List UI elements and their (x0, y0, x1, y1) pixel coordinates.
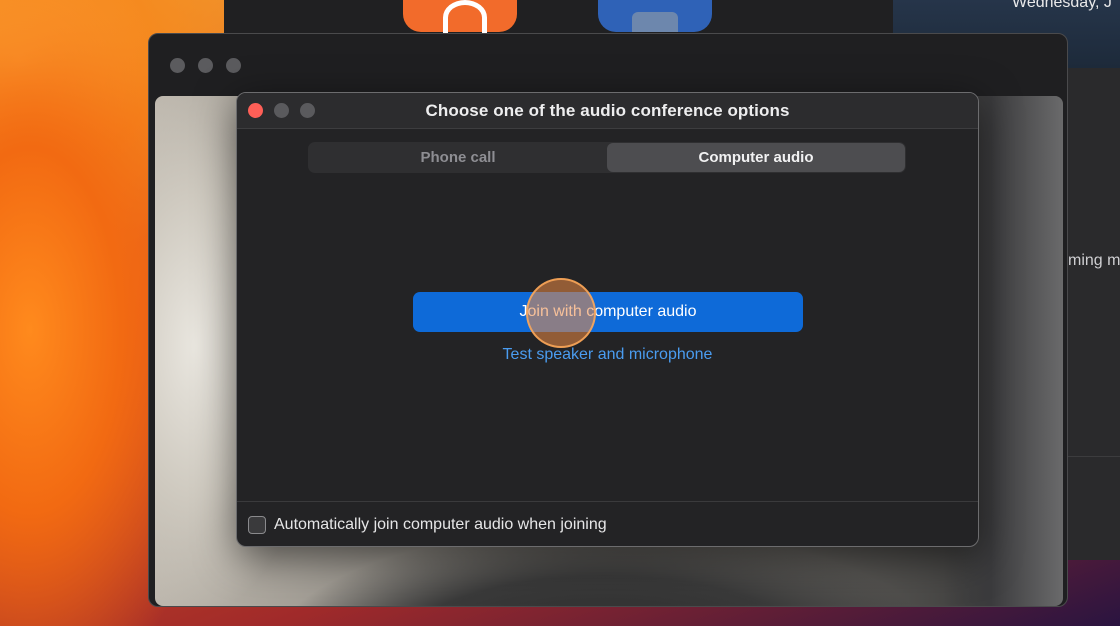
maximize-window-button[interactable] (226, 58, 241, 73)
minimize-window-button[interactable] (198, 58, 213, 73)
audio-options-dialog: Choose one of the audio conference optio… (236, 92, 979, 547)
divider (237, 501, 978, 502)
audio-mode-tabs: Phone call Computer audio (308, 142, 906, 173)
dialog-titlebar: Choose one of the audio conference optio… (237, 93, 978, 129)
date-text: Wednesday, J (1012, 0, 1112, 11)
divider (1068, 456, 1120, 457)
app-icon[interactable] (598, 0, 712, 32)
test-speaker-microphone-link[interactable]: Test speaker and microphone (237, 346, 978, 364)
auto-join-label: Automatically join computer audio when j… (274, 516, 607, 533)
auto-join-option: Automatically join computer audio when j… (248, 516, 607, 534)
auto-join-checkbox[interactable] (248, 516, 266, 534)
tab-computer-audio[interactable]: Computer audio (607, 143, 905, 172)
dialog-title: Choose one of the audio conference optio… (425, 101, 790, 120)
close-window-button[interactable] (170, 58, 185, 73)
window-controls (170, 58, 241, 73)
join-computer-audio-button[interactable]: Join with computer audio (413, 292, 803, 332)
app-icon[interactable] (403, 0, 517, 35)
tab-phone-call[interactable]: Phone call (309, 143, 607, 172)
upcoming-meetings-text: ming m (1068, 252, 1120, 269)
